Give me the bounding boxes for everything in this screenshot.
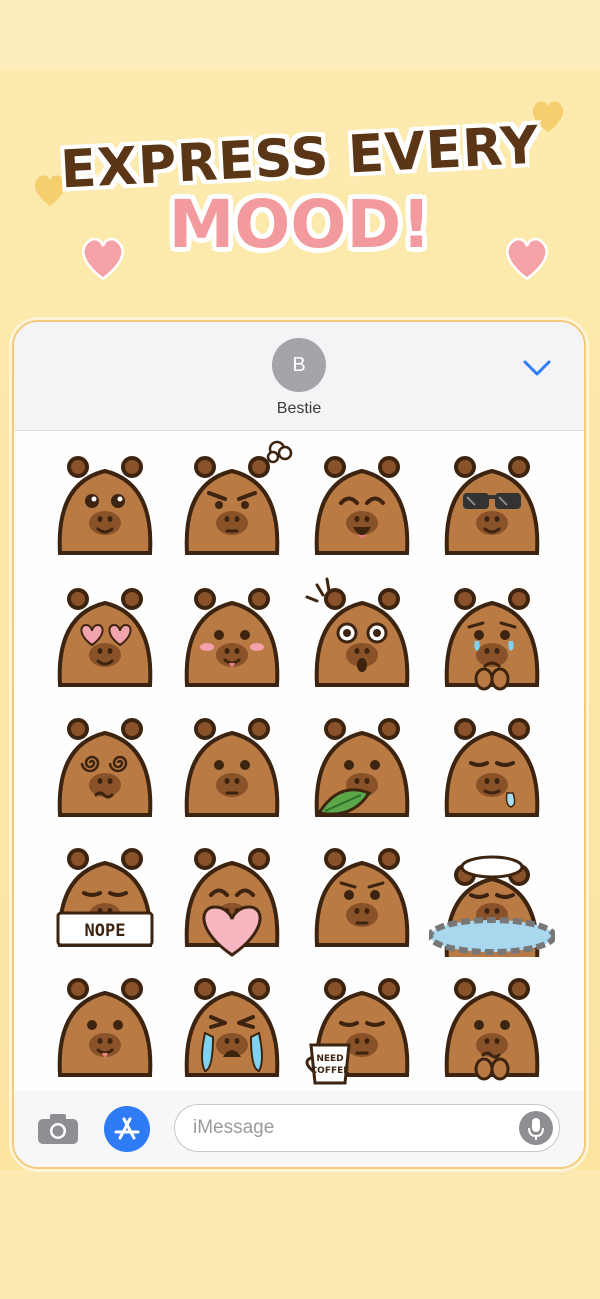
sticker-shy[interactable] [169,571,295,697]
sticker-neutral[interactable] [169,701,295,827]
background-top [0,0,600,70]
camera-icon[interactable] [36,1112,80,1146]
sticker-happy[interactable] [42,439,168,565]
app-store-icon [114,1117,140,1140]
sticker-laughing[interactable] [299,439,425,565]
imessage-window: B Bestie NOPE NEED COFFEE iMessage [12,320,586,1169]
sticker-grumpy[interactable] [169,439,295,565]
message-input[interactable]: iMessage [174,1104,560,1152]
conversation-header: B Bestie [14,322,584,431]
chevron-down-icon[interactable] [522,358,552,378]
sticker-sleepy-drool[interactable] [429,701,555,827]
sticker-tired-coffee[interactable]: NEED COFFEE [299,961,425,1087]
avatar[interactable]: B [272,338,326,392]
sticker-sign-text: NOPE [85,921,126,941]
message-placeholder: iMessage [193,1117,275,1138]
sticker-cool[interactable] [429,439,555,565]
sticker-worried[interactable] [299,831,425,957]
svg-text:COFFEE: COFFEE [311,1066,350,1076]
sticker-grid: NOPE NEED COFFEE [14,431,584,1091]
contact-name[interactable]: Bestie [14,400,584,418]
sticker-nope[interactable]: NOPE [42,831,168,957]
app-store-button[interactable] [104,1106,150,1152]
svg-text:NEED: NEED [316,1054,343,1064]
promo-headline: EXPRESS EVERY MOOD! [0,116,600,265]
sticker-heart-hug[interactable] [169,831,295,957]
microphone-icon [528,1118,544,1140]
sticker-teary[interactable] [429,571,555,697]
background-bottom [0,1170,600,1299]
message-toolbar: iMessage [14,1092,584,1167]
microphone-button[interactable] [519,1111,553,1145]
sticker-cheerful[interactable] [42,961,168,1087]
sticker-dizzy[interactable] [42,701,168,827]
sticker-crying[interactable] [169,961,295,1087]
sticker-nervous[interactable] [429,961,555,1087]
sticker-munching[interactable] [299,701,425,827]
sticker-shocked[interactable] [299,571,425,697]
sticker-onsen[interactable] [427,831,557,963]
sticker-in-love[interactable] [42,571,168,697]
